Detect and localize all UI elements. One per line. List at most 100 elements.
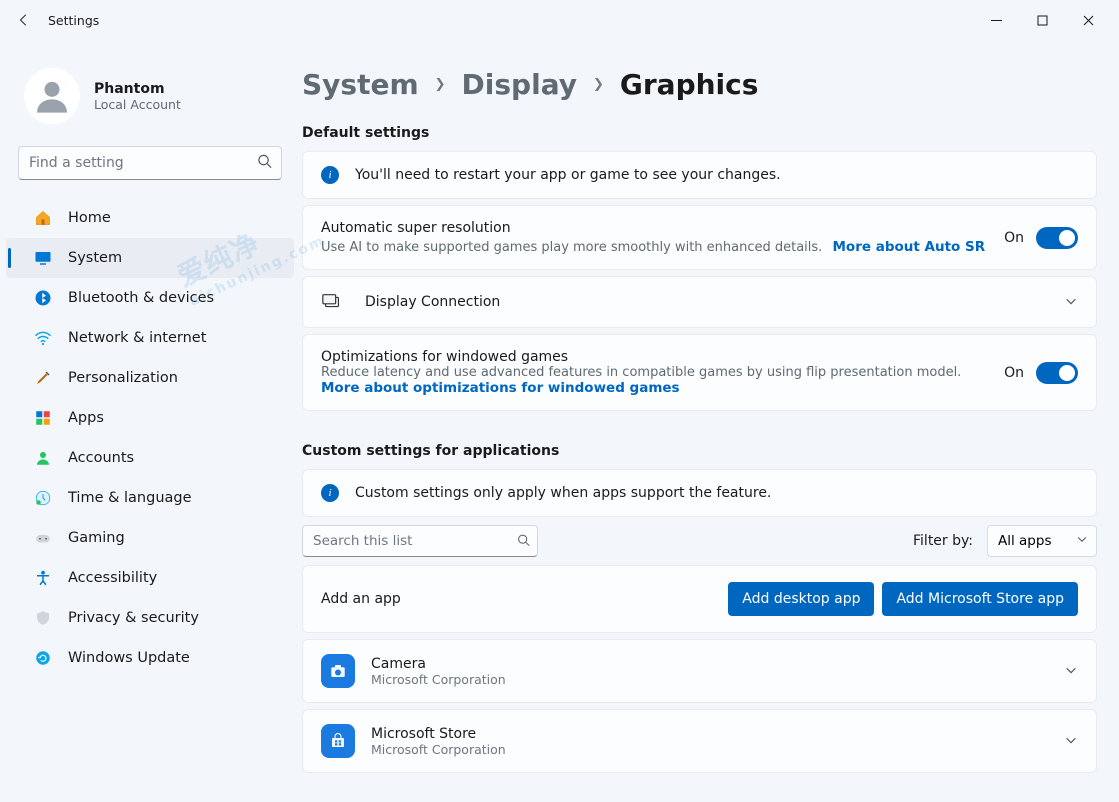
minimize-button[interactable] [973, 4, 1019, 36]
asr-link[interactable]: More about Auto SR [832, 239, 985, 255]
main-content: System ❯ Display ❯ Graphics Default sett… [300, 40, 1119, 802]
nav-label: Apps [68, 410, 104, 426]
nav-personalization[interactable]: Personalization [6, 358, 294, 398]
system-icon [34, 249, 52, 267]
chevron-down-icon [1064, 293, 1078, 312]
nav-label: Accessibility [68, 570, 157, 586]
profile-name: Phantom [94, 81, 181, 97]
app-name: Camera [371, 656, 1048, 672]
breadcrumb: System ❯ Display ❯ Graphics [302, 40, 1097, 115]
nav-system[interactable]: System [6, 238, 294, 278]
app-search-input[interactable] [302, 525, 538, 557]
info-card-restart: i You'll need to restart your app or gam… [302, 151, 1097, 199]
display-connection-title: Display Connection [365, 294, 500, 310]
close-button[interactable] [1065, 4, 1111, 36]
search-icon [517, 532, 530, 551]
wifi-icon [34, 329, 52, 347]
home-icon [34, 209, 52, 227]
info-text: You'll need to restart your app or game … [355, 167, 781, 183]
search-icon [257, 154, 272, 173]
nav-list: Home System Bluetooth & devices Network … [0, 198, 300, 678]
asr-toggle-label: On [1004, 230, 1024, 246]
minimize-icon [991, 15, 1002, 26]
card-add-app: Add an app Add desktop app Add Microsoft… [302, 565, 1097, 633]
nav-apps[interactable]: Apps [6, 398, 294, 438]
app-publisher: Microsoft Corporation [371, 672, 1048, 687]
add-desktop-app-button[interactable]: Add desktop app [728, 582, 874, 616]
nav-network[interactable]: Network & internet [6, 318, 294, 358]
gamepad-icon [34, 529, 52, 547]
nav-label: Bluetooth & devices [68, 290, 214, 306]
display-icon [321, 291, 343, 313]
section-default-heading: Default settings [302, 125, 1097, 141]
sidebar-search [18, 146, 282, 180]
title-bar: Settings [0, 0, 1119, 40]
maximize-icon [1037, 15, 1048, 26]
card-display-connection[interactable]: Display Connection [302, 276, 1097, 328]
shield-icon [34, 609, 52, 627]
filter-label: Filter by: [913, 533, 973, 549]
app-item-store[interactable]: Microsoft Store Microsoft Corporation [302, 709, 1097, 773]
nav-update[interactable]: Windows Update [6, 638, 294, 678]
asr-toggle[interactable] [1036, 227, 1078, 249]
add-store-app-button[interactable]: Add Microsoft Store app [882, 582, 1078, 616]
chevron-down-icon [1076, 533, 1088, 549]
nav-label: Time & language [68, 490, 192, 506]
bluetooth-icon [34, 289, 52, 307]
card-optimizations: Optimizations for windowed games Reduce … [302, 334, 1097, 411]
chevron-down-icon [1064, 662, 1078, 681]
profile-block[interactable]: Phantom Local Account [0, 52, 300, 146]
chevron-right-icon: ❯ [593, 77, 604, 92]
sidebar: Phantom Local Account Home System Blueto… [0, 40, 300, 802]
asr-title: Automatic super resolution [321, 220, 988, 236]
nav-privacy[interactable]: Privacy & security [6, 598, 294, 638]
nav-time[interactable]: Time & language [6, 478, 294, 518]
arrow-left-icon [17, 13, 31, 27]
avatar [24, 68, 80, 124]
nav-bluetooth[interactable]: Bluetooth & devices [6, 278, 294, 318]
nav-label: Personalization [68, 370, 178, 386]
profile-sub: Local Account [94, 97, 181, 112]
app-publisher: Microsoft Corporation [371, 742, 1048, 757]
nav-accessibility[interactable]: Accessibility [6, 558, 294, 598]
filter-row: Filter by: All apps [302, 525, 1097, 557]
camera-app-icon [321, 654, 355, 688]
app-title: Settings [48, 13, 99, 28]
clock-icon [34, 489, 52, 507]
nav-gaming[interactable]: Gaming [6, 518, 294, 558]
add-app-label: Add an app [321, 591, 401, 607]
opt-link[interactable]: More about optimizations for windowed ga… [321, 380, 988, 396]
store-app-icon [321, 724, 355, 758]
nav-label: Privacy & security [68, 610, 199, 626]
breadcrumb-display[interactable]: Display [462, 68, 577, 101]
nav-home[interactable]: Home [6, 198, 294, 238]
section-custom-heading: Custom settings for applications [302, 443, 1097, 459]
back-button[interactable] [8, 4, 40, 36]
app-name: Microsoft Store [371, 726, 1048, 742]
window-controls [973, 4, 1111, 36]
custom-info-text: Custom settings only apply when apps sup… [355, 485, 771, 501]
nav-label: Windows Update [68, 650, 190, 666]
breadcrumb-system[interactable]: System [302, 68, 419, 101]
nav-label: Network & internet [68, 330, 206, 346]
chevron-right-icon: ❯ [435, 77, 446, 92]
nav-label: Home [68, 210, 111, 226]
filter-select[interactable]: All apps [987, 525, 1097, 557]
opt-title: Optimizations for windowed games [321, 349, 988, 365]
nav-accounts[interactable]: Accounts [6, 438, 294, 478]
search-input[interactable] [18, 146, 282, 180]
opt-toggle[interactable] [1036, 362, 1078, 384]
opt-toggle-label: On [1004, 365, 1024, 381]
nav-label: Accounts [68, 450, 134, 466]
apps-icon [34, 409, 52, 427]
app-item-camera[interactable]: Camera Microsoft Corporation [302, 639, 1097, 703]
maximize-button[interactable] [1019, 4, 1065, 36]
opt-sub: Reduce latency and use advanced features… [321, 365, 988, 380]
app-search [302, 525, 538, 557]
person-icon [34, 449, 52, 467]
info-card-custom: i Custom settings only apply when apps s… [302, 469, 1097, 517]
filter-value: All apps [998, 533, 1051, 549]
update-icon [34, 649, 52, 667]
nav-label: Gaming [68, 530, 125, 546]
nav-label: System [68, 250, 122, 266]
